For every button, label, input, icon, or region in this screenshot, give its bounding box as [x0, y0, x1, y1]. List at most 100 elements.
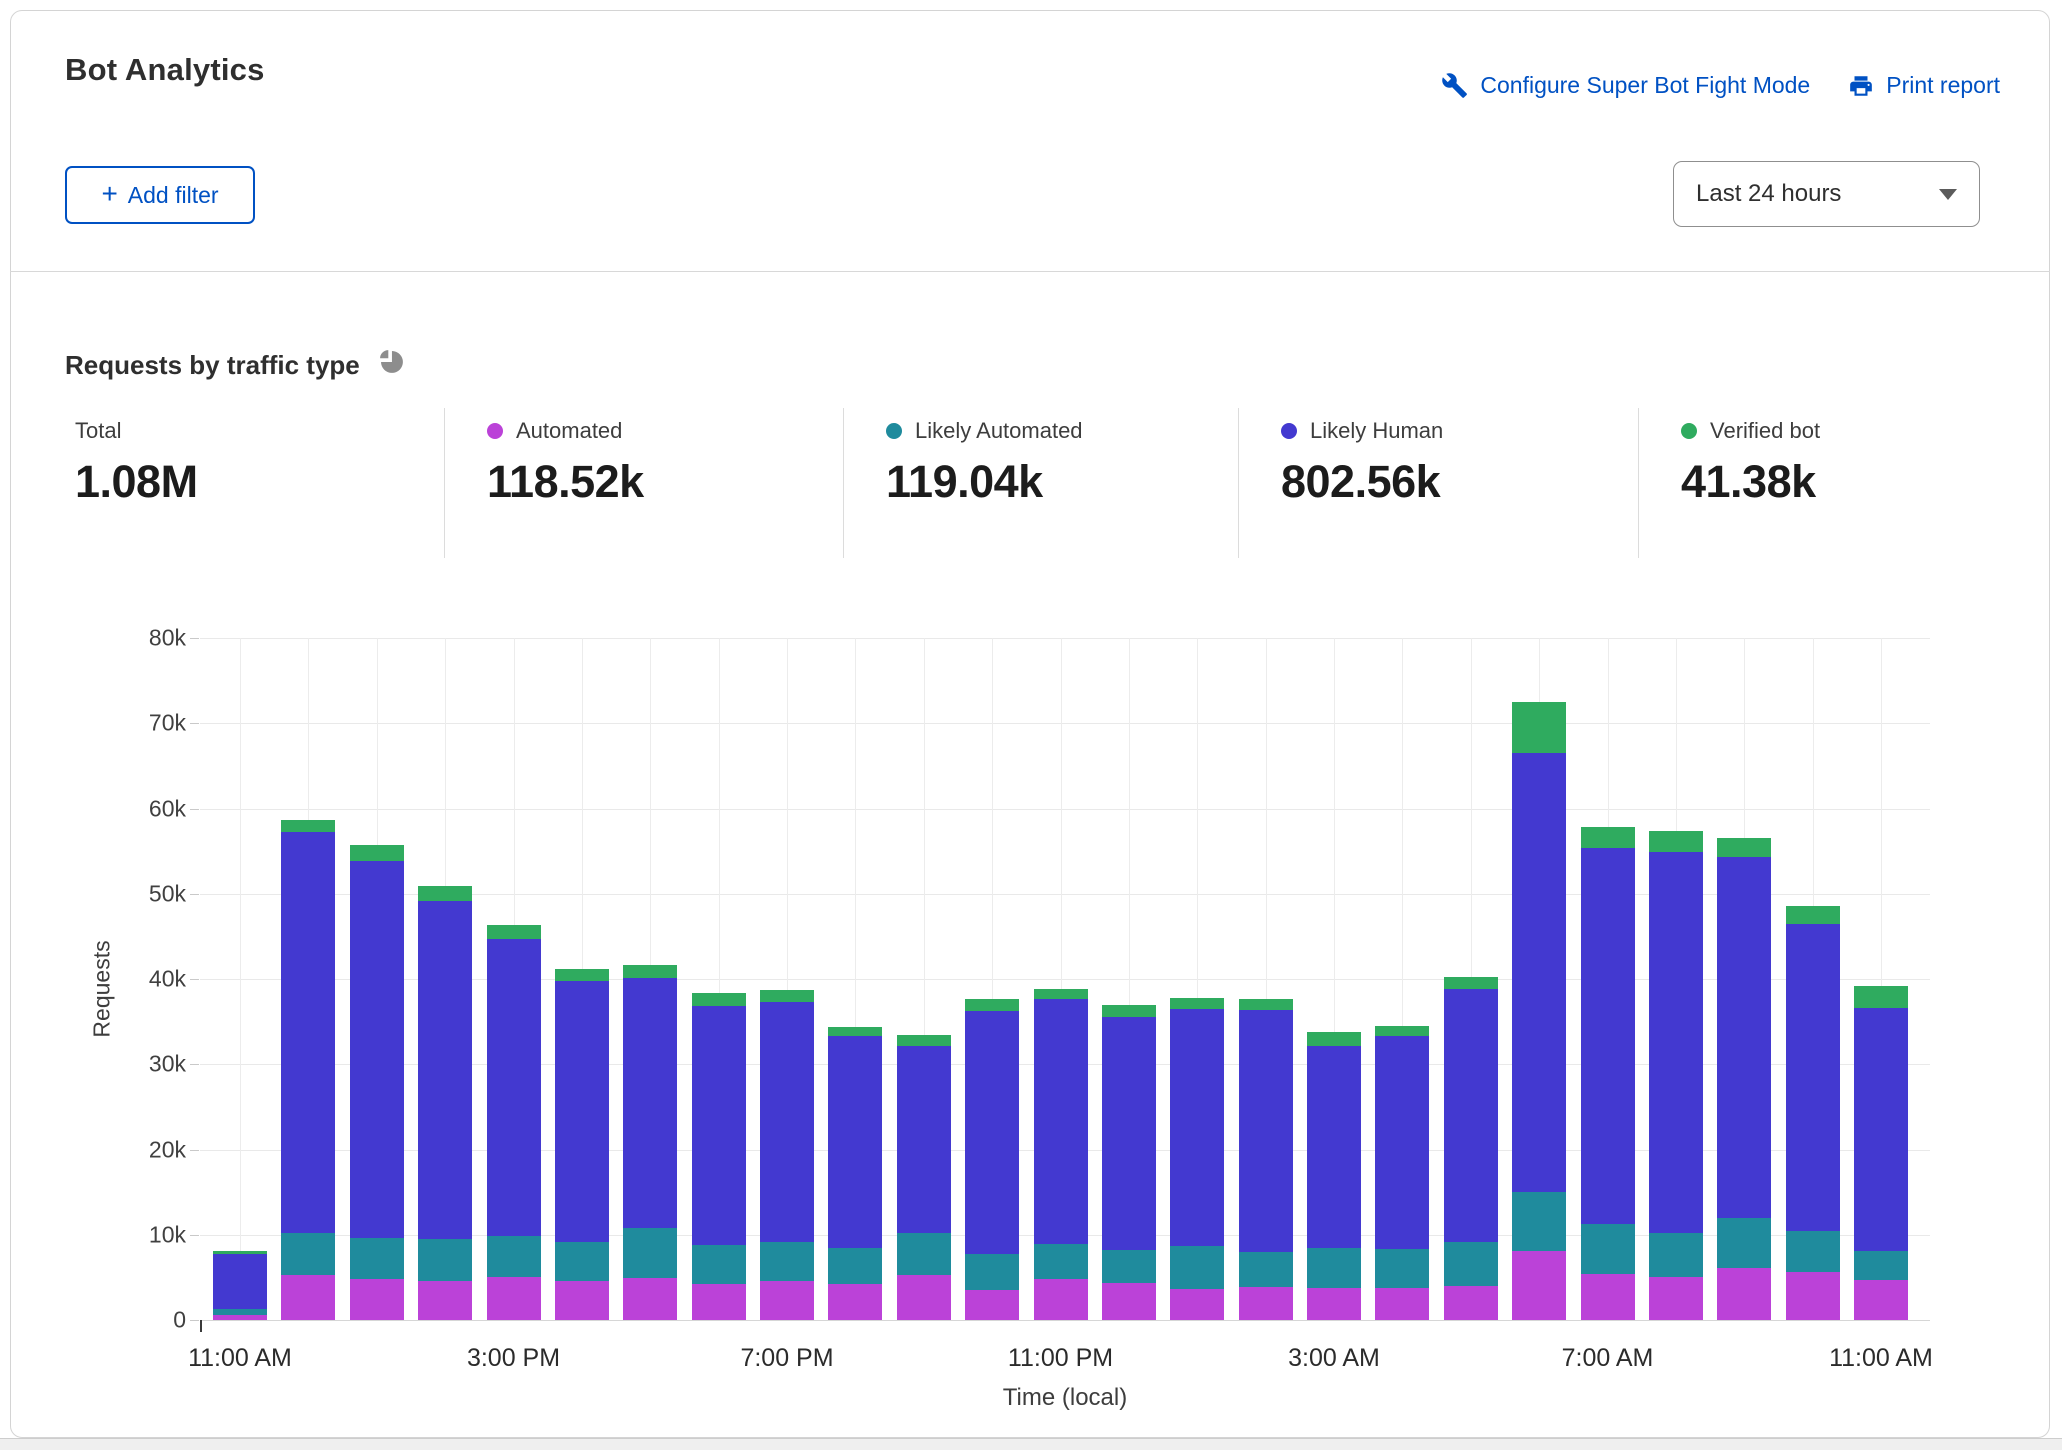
bar-segment-verified-bot[interactable] [1307, 1032, 1361, 1046]
bar-segment-verified-bot[interactable] [1649, 831, 1703, 852]
stat-verified-bot[interactable]: Verified bot 41.38k [1681, 418, 1820, 568]
bar-segment-automated[interactable] [1649, 1277, 1703, 1320]
print-report-link[interactable]: Print report [1848, 72, 2000, 99]
bar-segment-automated[interactable] [1102, 1283, 1156, 1320]
bar-3-00-pm[interactable] [487, 925, 541, 1320]
bar-8-00-am[interactable] [1649, 831, 1703, 1320]
bar-segment-automated[interactable] [1717, 1268, 1771, 1320]
bar-12-00-am[interactable] [1102, 1005, 1156, 1320]
bar-segment-verified-bot[interactable] [965, 999, 1019, 1011]
bar-segment-automated[interactable] [897, 1275, 951, 1320]
bar-segment-likely-human[interactable] [1239, 1010, 1293, 1252]
bar-segment-likely-automated[interactable] [965, 1254, 1019, 1291]
bar-segment-verified-bot[interactable] [1102, 1005, 1156, 1016]
bar-segment-verified-bot[interactable] [897, 1035, 951, 1045]
bar-segment-automated[interactable] [760, 1281, 814, 1320]
bar-segment-verified-bot[interactable] [1170, 998, 1224, 1009]
bar-segment-verified-bot[interactable] [281, 820, 335, 832]
bar-1-00-am[interactable] [1170, 998, 1224, 1320]
bar-segment-verified-bot[interactable] [555, 969, 609, 981]
bar-segment-verified-bot[interactable] [1034, 989, 1088, 998]
bar-segment-verified-bot[interactable] [1512, 702, 1566, 753]
bar-6-00-am[interactable] [1512, 702, 1566, 1320]
bar-7-00-pm[interactable] [760, 990, 814, 1320]
bar-segment-likely-human[interactable] [213, 1254, 267, 1309]
bar-segment-likely-automated[interactable] [1649, 1233, 1703, 1276]
bar-segment-likely-automated[interactable] [623, 1228, 677, 1278]
bar-segment-likely-human[interactable] [350, 861, 404, 1239]
bar-7-00-am[interactable] [1581, 827, 1635, 1320]
bar-segment-automated[interactable] [692, 1284, 746, 1320]
bar-segment-likely-automated[interactable] [555, 1242, 609, 1281]
bar-segment-automated[interactable] [555, 1281, 609, 1320]
bar-segment-automated[interactable] [281, 1275, 335, 1320]
bar-segment-likely-automated[interactable] [897, 1233, 951, 1275]
bar-11-00-pm[interactable] [1034, 989, 1088, 1320]
stat-likely-human[interactable]: Likely Human 802.56k [1281, 418, 1443, 568]
add-filter-button[interactable]: + Add filter [65, 166, 255, 224]
bar-segment-verified-bot[interactable] [1375, 1026, 1429, 1036]
bar-6-00-pm[interactable] [692, 993, 746, 1320]
bar-segment-likely-human[interactable] [897, 1046, 951, 1234]
bar-segment-likely-human[interactable] [418, 901, 472, 1239]
bar-segment-verified-bot[interactable] [760, 990, 814, 1002]
configure-super-bot-fight-mode-link[interactable]: Configure Super Bot Fight Mode [1441, 72, 1810, 99]
bar-segment-likely-automated[interactable] [1375, 1249, 1429, 1287]
bar-segment-automated[interactable] [1786, 1272, 1840, 1320]
bar-segment-automated[interactable] [1239, 1287, 1293, 1320]
bar-segment-likely-human[interactable] [1444, 989, 1498, 1242]
bar-segment-likely-automated[interactable] [1512, 1192, 1566, 1251]
bar-segment-automated[interactable] [1444, 1286, 1498, 1320]
bar-segment-verified-bot[interactable] [1444, 977, 1498, 989]
bar-segment-likely-automated[interactable] [487, 1236, 541, 1277]
bar-segment-likely-automated[interactable] [1786, 1231, 1840, 1273]
bar-segment-automated[interactable] [350, 1279, 404, 1320]
bar-segment-verified-bot[interactable] [1239, 999, 1293, 1010]
bar-12-00-pm[interactable] [281, 820, 335, 1320]
bar-segment-likely-human[interactable] [828, 1036, 882, 1248]
bar-segment-verified-bot[interactable] [1581, 827, 1635, 847]
bar-segment-likely-automated[interactable] [760, 1242, 814, 1281]
bar-segment-likely-human[interactable] [692, 1006, 746, 1245]
bar-segment-automated[interactable] [1581, 1274, 1635, 1320]
bar-segment-likely-human[interactable] [623, 978, 677, 1228]
bar-segment-likely-human[interactable] [555, 981, 609, 1242]
bar-segment-verified-bot[interactable] [828, 1027, 882, 1036]
bar-5-00-am[interactable] [1444, 977, 1498, 1320]
bar-segment-automated[interactable] [1375, 1288, 1429, 1320]
bar-9-00-am[interactable] [1717, 838, 1771, 1320]
bar-segment-automated[interactable] [213, 1315, 267, 1320]
bar-2-00-am[interactable] [1239, 999, 1293, 1320]
bar-segment-verified-bot[interactable] [1786, 906, 1840, 924]
bar-segment-likely-human[interactable] [1786, 924, 1840, 1231]
bar-segment-verified-bot[interactable] [692, 993, 746, 1007]
bar-segment-likely-human[interactable] [487, 939, 541, 1237]
bar-segment-automated[interactable] [418, 1281, 472, 1320]
bar-segment-likely-automated[interactable] [1581, 1224, 1635, 1274]
bar-segment-likely-human[interactable] [1512, 753, 1566, 1192]
bar-segment-likely-human[interactable] [1375, 1036, 1429, 1249]
bar-segment-automated[interactable] [487, 1277, 541, 1320]
bar-segment-automated[interactable] [1307, 1288, 1361, 1320]
bar-segment-likely-automated[interactable] [1239, 1252, 1293, 1287]
stat-likely-automated[interactable]: Likely Automated 119.04k [886, 418, 1083, 568]
bar-segment-likely-human[interactable] [1170, 1009, 1224, 1246]
bar-2-00-pm[interactable] [418, 886, 472, 1320]
bar-segment-likely-human[interactable] [1034, 999, 1088, 1245]
bar-segment-likely-human[interactable] [1307, 1046, 1361, 1248]
bar-segment-verified-bot[interactable] [1854, 986, 1908, 1008]
bar-4-00-am[interactable] [1375, 1026, 1429, 1320]
bar-segment-automated[interactable] [1854, 1280, 1908, 1320]
bar-segment-likely-automated[interactable] [350, 1238, 404, 1279]
bar-3-00-am[interactable] [1307, 1032, 1361, 1320]
bar-segment-verified-bot[interactable] [418, 886, 472, 901]
bar-segment-likely-human[interactable] [1581, 848, 1635, 1224]
bar-segment-likely-human[interactable] [281, 832, 335, 1233]
bar-segment-automated[interactable] [1512, 1251, 1566, 1320]
bar-segment-likely-automated[interactable] [281, 1233, 335, 1275]
bar-segment-verified-bot[interactable] [487, 925, 541, 939]
bar-segment-automated[interactable] [965, 1290, 1019, 1320]
bar-segment-automated[interactable] [1170, 1289, 1224, 1320]
time-range-select[interactable]: Last 24 hours [1673, 161, 1980, 227]
bar-11-00-am[interactable] [1854, 986, 1908, 1320]
